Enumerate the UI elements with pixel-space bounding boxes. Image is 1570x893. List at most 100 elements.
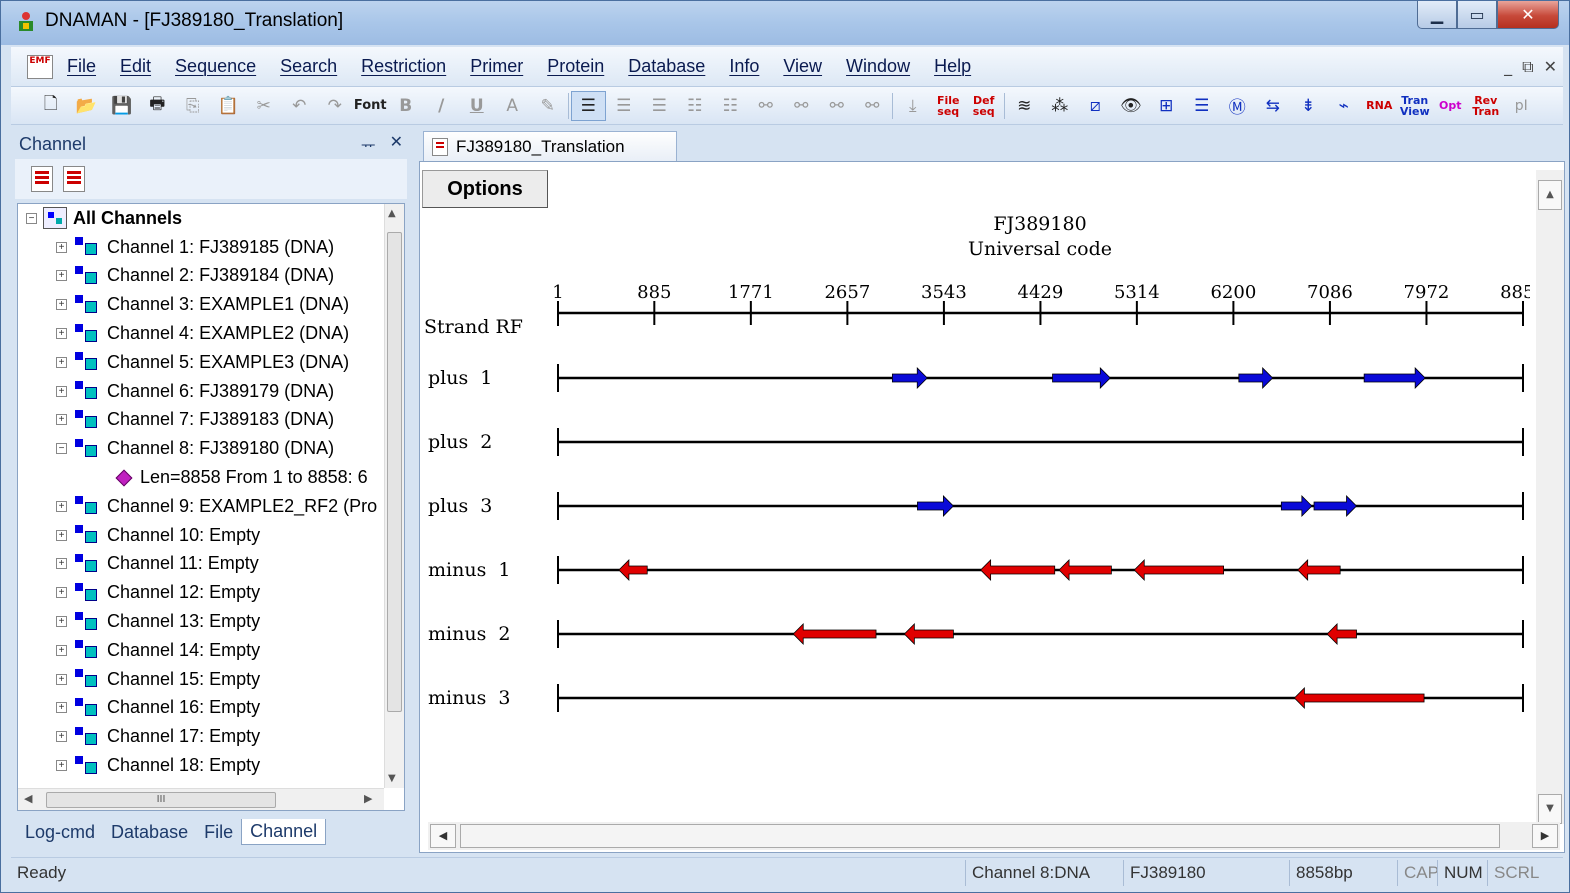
menu-primer[interactable]: Primer <box>470 56 523 77</box>
restriction-map-icon[interactable]: ⊞ <box>1149 91 1185 121</box>
menu-file[interactable]: File <box>67 56 96 77</box>
save-icon[interactable]: 💾 <box>104 91 140 121</box>
tree-channel-item[interactable]: + Channel 5: EXAMPLE3 (DNA) <box>18 348 384 377</box>
maximize-button[interactable]: ▭ <box>1457 1 1497 29</box>
mdi-restore-button[interactable]: ⧉ <box>1522 57 1533 77</box>
hscroll-thumb[interactable]: III <box>46 792 276 808</box>
menu-help[interactable]: Help <box>934 56 971 77</box>
close-button[interactable]: ✕ <box>1497 1 1559 29</box>
menu-view[interactable]: View <box>783 56 822 77</box>
doc-scroll-down-icon[interactable]: ▼ <box>1538 794 1562 824</box>
align-right-icon[interactable]: ☰ <box>642 91 678 121</box>
tab-log-cmd[interactable]: Log-cmd <box>17 820 103 845</box>
file-seq-button[interactable]: File seq <box>931 91 967 121</box>
def-seq-button[interactable]: Def seq <box>966 91 1002 121</box>
tree-channel-item[interactable]: + Channel 13: Empty <box>18 607 384 636</box>
redo-icon[interactable]: ↷ <box>317 91 353 121</box>
open-folder-icon[interactable]: 📂 <box>69 91 105 121</box>
tree-channel-item[interactable]: + Channel 7: FJ389183 (DNA) <box>18 406 384 435</box>
tree-horizontal-scrollbar[interactable]: ◀ III ▶ <box>18 788 384 810</box>
expand-icon[interactable]: + <box>56 760 67 772</box>
dot-alignment-icon[interactable]: ⁂ <box>1042 91 1078 121</box>
tree-layout-icon[interactable]: ⚯ <box>748 91 784 121</box>
tree-vertical-scrollbar[interactable]: ▲ ▼ <box>384 204 404 788</box>
scroll-down-icon[interactable]: ▼ <box>388 773 396 784</box>
mdi-close-button[interactable]: ✕ <box>1544 57 1557 77</box>
new-file-icon[interactable]: 🗋 <box>33 91 69 121</box>
tree-channel-item[interactable]: + Channel 1: FJ389185 (DNA) <box>18 233 384 262</box>
document-tab[interactable]: FJ389180_Translation <box>423 131 677 161</box>
document-horizontal-scrollbar[interactable]: ◀ ▶ <box>428 822 1560 850</box>
pin-icon[interactable]: ᅲ <box>361 132 376 156</box>
expand-icon[interactable]: + <box>56 414 67 426</box>
channel-document-icon[interactable] <box>63 166 85 192</box>
doc-hscroll-thumb[interactable] <box>460 824 1500 848</box>
expand-icon[interactable]: + <box>56 328 67 340</box>
options-button[interactable]: Options <box>422 170 548 208</box>
pcr-icon[interactable]: ⇟ <box>1291 91 1327 121</box>
tree-layout4-icon[interactable]: ⚯ <box>855 91 891 121</box>
tab-file[interactable]: File <box>196 820 241 845</box>
expand-icon[interactable]: + <box>56 385 67 397</box>
tree-channel-item[interactable]: + Channel 9: EXAMPLE2_RF2 (Pro <box>18 492 384 521</box>
tab-database[interactable]: Database <box>103 820 196 845</box>
mdi-minimize-button[interactable]: _ <box>1504 57 1512 77</box>
tree-root[interactable]: − All Channels <box>18 204 384 233</box>
tree-channel-item[interactable]: + Channel 6: FJ389179 (DNA) <box>18 377 384 406</box>
expand-icon[interactable]: + <box>56 731 67 743</box>
tab-channel[interactable]: Channel <box>241 819 327 845</box>
collapse-icon[interactable]: − <box>56 443 67 455</box>
tree-channel-item[interactable]: + Channel 18: Empty <box>18 751 384 780</box>
doc-scroll-up-icon[interactable]: ▲ <box>1538 180 1562 210</box>
opt-button[interactable]: Opt <box>1433 91 1469 121</box>
menu-restriction[interactable]: Restriction <box>361 56 446 77</box>
align-center-icon[interactable]: ☰ <box>606 91 642 121</box>
print-icon[interactable]: 🖶 <box>140 91 176 121</box>
tree-channel-item[interactable]: + Channel 12: Empty <box>18 578 384 607</box>
tree-channel-item[interactable]: + Channel 11: Empty <box>18 550 384 579</box>
expand-icon[interactable]: + <box>56 356 67 368</box>
load-channel-icon[interactable] <box>31 166 53 192</box>
tree-layout2-icon[interactable]: ⚯ <box>784 91 820 121</box>
copy-icon[interactable]: ⎘ <box>175 91 211 121</box>
alignment-icon[interactable]: ≋ <box>1007 91 1043 121</box>
expand-icon[interactable]: + <box>56 299 67 311</box>
tran-view-button[interactable]: Tran View <box>1397 91 1433 121</box>
scroll-right-icon[interactable]: ▶ <box>364 792 372 805</box>
scroll-up-icon[interactable]: ▲ <box>388 208 396 219</box>
collapse-icon[interactable]: − <box>26 212 37 224</box>
cut-icon[interactable]: ✂ <box>246 91 282 121</box>
graph-icon[interactable]: ⌁ <box>1326 91 1362 121</box>
expand-icon[interactable]: + <box>56 270 67 282</box>
italic-button[interactable]: / <box>424 91 460 121</box>
scroll-left-icon[interactable]: ◀ <box>24 792 32 805</box>
paste-icon[interactable]: 📋 <box>211 91 247 121</box>
sequence-icon[interactable]: ⤓ <box>895 91 931 121</box>
tree-channel-item[interactable]: + Channel 17: Empty <box>18 722 384 751</box>
expand-icon[interactable]: + <box>56 702 67 714</box>
tree-child-item[interactable]: Len=8858 From 1 to 8858: 6 <box>18 463 384 492</box>
menu-search[interactable]: Search <box>280 56 337 77</box>
scroll-thumb[interactable] <box>387 232 402 712</box>
tree-layout3-icon[interactable]: ⚯ <box>819 91 855 121</box>
minimize-button[interactable]: ▁ <box>1417 1 1457 29</box>
expand-icon[interactable]: + <box>56 500 67 512</box>
doc-scroll-right-icon[interactable]: ▶ <box>1532 824 1558 848</box>
expand-icon[interactable]: + <box>56 644 67 656</box>
expand-icon[interactable]: + <box>56 587 67 599</box>
menu-edit[interactable]: Edit <box>120 56 151 77</box>
tree-channel-item[interactable]: + Channel 14: Empty <box>18 636 384 665</box>
font-color-icon[interactable]: A <box>495 91 531 121</box>
dnaman-app-icon[interactable] <box>15 11 37 33</box>
tree-channel-item[interactable]: + Channel 4: EXAMPLE2 (DNA) <box>18 319 384 348</box>
panel-close-icon[interactable]: ✕ <box>390 132 403 156</box>
highlight-icon[interactable]: ✎ <box>530 91 566 121</box>
expand-icon[interactable]: + <box>56 529 67 541</box>
menu-info[interactable]: Info <box>729 56 759 77</box>
tree-channel-item[interactable]: + Channel 15: Empty <box>18 665 384 694</box>
font-button[interactable]: Font <box>353 91 389 121</box>
menu-sequence[interactable]: Sequence <box>175 56 256 77</box>
bullet-list-icon[interactable]: ☷ <box>677 91 713 121</box>
pi-button[interactable]: pI <box>1504 91 1540 121</box>
primer-icon[interactable]: ⇆ <box>1255 91 1291 121</box>
